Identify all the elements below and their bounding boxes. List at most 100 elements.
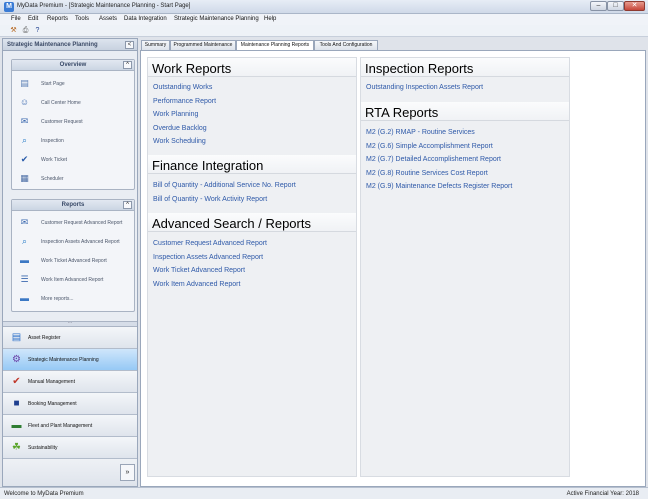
reports-item-work-item[interactable]: ☰ Work Item Advanced Report bbox=[18, 273, 132, 288]
link-m2-g6[interactable]: M2 (G.6) Simple Accomplishment Report bbox=[366, 143, 493, 150]
overview-item-label: Customer Request bbox=[41, 119, 83, 125]
link-m2-g2[interactable]: M2 (G.2) RMAP - Routine Services bbox=[366, 129, 475, 136]
link-work-ticket-advanced[interactable]: Work Ticket Advanced Report bbox=[153, 267, 245, 274]
link-m2-g8[interactable]: M2 (G.8) Routine Services Cost Report bbox=[366, 170, 488, 177]
list-icon: ☰ bbox=[20, 274, 29, 284]
overview-group: Overview ^ ▤ Start Page ☺ Call Center Ho… bbox=[11, 59, 135, 190]
vehicle-icon: ▬ bbox=[11, 420, 22, 431]
app-logo-icon: M bbox=[4, 2, 14, 12]
tab-tools-and-configuration[interactable]: Tools And Configuration bbox=[314, 40, 378, 50]
pane-header: Strategic Maintenance Planning < bbox=[3, 39, 137, 51]
overview-item-customer-request[interactable]: ✉ Customer Request bbox=[18, 115, 132, 130]
nav-asset-register[interactable]: ▤ Asset Register bbox=[3, 327, 137, 349]
reports-group-title: Reports bbox=[61, 202, 85, 208]
inspection-report-icon: ⌕ bbox=[21, 236, 28, 246]
customer-request-icon: ✉ bbox=[20, 116, 29, 126]
active-financial-year: Active Financial Year: 2018 bbox=[566, 491, 639, 497]
section-title-bar: Advanced Search / Reports bbox=[148, 213, 356, 232]
overview-item-label: Inspection bbox=[41, 138, 64, 144]
reports-item-label: Customer Request Advanced Report bbox=[41, 220, 123, 226]
reports-item-label: More reports... bbox=[41, 296, 74, 302]
configure-buttons-button[interactable]: » bbox=[120, 464, 135, 481]
folder-icon: ▬ bbox=[20, 255, 29, 265]
section-heading: RTA Reports bbox=[365, 105, 439, 120]
menu-data-integration[interactable]: Data Integration bbox=[124, 16, 167, 22]
link-boq-additional-service[interactable]: Bill of Quantity - Additional Service No… bbox=[153, 182, 296, 189]
title-bar: M MyData Premium - [Strategic Maintenanc… bbox=[0, 0, 648, 14]
inspection-reports-section: Inspection Reports Outstanding Inspectio… bbox=[361, 58, 569, 100]
menu-edit[interactable]: Edit bbox=[28, 16, 38, 22]
reports-item-inspection-assets[interactable]: ⌕ Inspection Assets Advanced Report bbox=[18, 235, 132, 250]
advanced-search-section: Advanced Search / Reports Customer Reque… bbox=[148, 213, 356, 293]
print-icon[interactable]: ⎙ bbox=[21, 26, 30, 35]
pane-title: Strategic Maintenance Planning bbox=[7, 42, 98, 48]
toolbar: ⚒ ⎙ ? bbox=[0, 25, 648, 37]
more-reports-icon: ▬ bbox=[20, 293, 29, 303]
rta-reports-section: RTA Reports M2 (G.2) RMAP - Routine Serv… bbox=[361, 102, 569, 202]
user-icon: ☺ bbox=[19, 97, 30, 107]
nav-booking-management[interactable]: ■ Booking Management bbox=[3, 393, 137, 415]
link-boq-work-activity[interactable]: Bill of Quantity - Work Activity Report bbox=[153, 196, 267, 203]
reports-group: Reports ^ ✉ Customer Request Advanced Re… bbox=[11, 199, 135, 312]
nav-label: Manual Management bbox=[28, 379, 75, 385]
nav-sustainability[interactable]: ☘ Sustainability bbox=[3, 437, 137, 459]
reports-item-label: Inspection Assets Advanced Report bbox=[41, 239, 120, 245]
overview-item-inspection[interactable]: ⌕ Inspection bbox=[18, 134, 132, 149]
reports-item-more[interactable]: ▬ More reports... bbox=[18, 292, 132, 307]
menu-file[interactable]: File bbox=[11, 16, 21, 22]
close-button[interactable]: ✕ bbox=[624, 1, 645, 11]
reports-item-customer-request[interactable]: ✉ Customer Request Advanced Report bbox=[18, 216, 132, 231]
link-inspection-assets-advanced[interactable]: Inspection Assets Advanced Report bbox=[153, 254, 263, 261]
link-work-item-advanced[interactable]: Work Item Advanced Report bbox=[153, 281, 240, 288]
reports-column-left: Work Reports Outstanding Works Performan… bbox=[147, 57, 357, 477]
overview-group-header[interactable]: Overview ^ bbox=[12, 60, 134, 71]
menu-reports[interactable]: Reports bbox=[47, 16, 68, 22]
link-outstanding-inspection-assets[interactable]: Outstanding Inspection Assets Report bbox=[366, 84, 483, 91]
overview-item-label: Work Ticket bbox=[41, 157, 68, 163]
tab-programmed-maintenance[interactable]: Programmed Maintenance bbox=[170, 40, 236, 50]
nav-strategic-maintenance-planning[interactable]: ⚙ Strategic Maintenance Planning bbox=[3, 349, 137, 371]
magnifier-icon: ⌕ bbox=[21, 135, 28, 145]
tab-summary[interactable]: Summary bbox=[141, 40, 170, 50]
overview-group-title: Overview bbox=[59, 62, 87, 68]
gear-globe-icon: ⚙ bbox=[12, 354, 21, 365]
link-work-scheduling[interactable]: Work Scheduling bbox=[153, 138, 206, 145]
link-overdue-backlog[interactable]: Overdue Backlog bbox=[153, 125, 207, 132]
maximize-button[interactable]: □ bbox=[607, 1, 624, 11]
calendar-icon: ▦ bbox=[20, 173, 29, 183]
menu-assets[interactable]: Assets bbox=[99, 16, 117, 22]
nav-fleet-and-plant-management[interactable]: ▬ Fleet and Plant Management bbox=[3, 415, 137, 437]
menu-strategic-maintenance-planning[interactable]: Strategic Maintenance Planning bbox=[174, 16, 259, 22]
link-outstanding-works[interactable]: Outstanding Works bbox=[153, 84, 212, 91]
chevron-up-icon[interactable]: ^ bbox=[123, 61, 132, 69]
nav-manual-management[interactable]: ✔ Manual Management bbox=[3, 371, 137, 393]
link-m2-g9[interactable]: M2 (G.9) Maintenance Defects Register Re… bbox=[366, 183, 512, 190]
menu-help[interactable]: Help bbox=[264, 16, 276, 22]
link-work-planning[interactable]: Work Planning bbox=[153, 111, 198, 118]
section-heading: Advanced Search / Reports bbox=[152, 216, 311, 231]
overview-item-call-center-home[interactable]: ☺ Call Center Home bbox=[18, 96, 132, 111]
reports-item-work-ticket[interactable]: ▬ Work Ticket Advanced Report bbox=[18, 254, 132, 269]
section-title-bar: Inspection Reports bbox=[361, 58, 569, 77]
minimize-button[interactable]: – bbox=[590, 1, 607, 11]
help-pointer-icon[interactable]: ? bbox=[33, 26, 42, 35]
overview-item-work-ticket[interactable]: ✔ Work Ticket bbox=[18, 153, 132, 168]
overview-item-start-page[interactable]: ▤ Start Page bbox=[18, 77, 132, 92]
reports-group-header[interactable]: Reports ^ bbox=[12, 200, 134, 211]
overview-item-label: Scheduler bbox=[41, 176, 64, 182]
link-customer-request-advanced[interactable]: Customer Request Advanced Report bbox=[153, 240, 267, 247]
chevron-up-icon[interactable]: ^ bbox=[123, 201, 132, 209]
reports-item-label: Work Ticket Advanced Report bbox=[41, 258, 107, 264]
nav-label: Fleet and Plant Management bbox=[28, 423, 93, 429]
overview-item-scheduler[interactable]: ▦ Scheduler bbox=[18, 172, 132, 187]
reports-column-right: Inspection Reports Outstanding Inspectio… bbox=[360, 57, 570, 477]
overview-item-label: Call Center Home bbox=[41, 100, 81, 106]
section-heading: Finance Integration bbox=[152, 158, 264, 173]
tools-icon[interactable]: ⚒ bbox=[9, 26, 18, 35]
link-performance-report[interactable]: Performance Report bbox=[153, 98, 216, 105]
menu-tools[interactable]: Tools bbox=[75, 16, 89, 22]
link-m2-g7[interactable]: M2 (G.7) Detailed Accomplishement Report bbox=[366, 156, 501, 163]
collapse-pane-button[interactable]: < bbox=[125, 41, 134, 49]
reports-item-label: Work Item Advanced Report bbox=[41, 277, 104, 283]
navigation-pane: Strategic Maintenance Planning < Overvie… bbox=[2, 38, 138, 487]
